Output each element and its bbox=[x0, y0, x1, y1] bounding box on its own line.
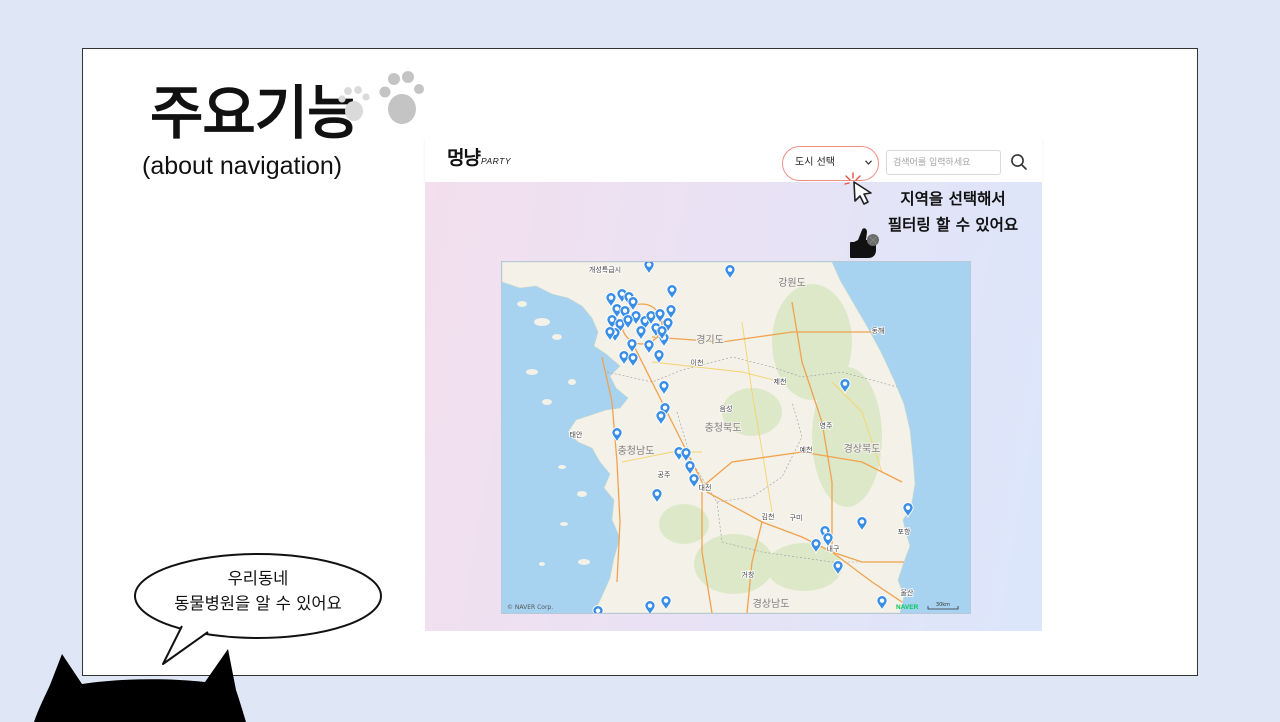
map-label-city: 제천 bbox=[774, 377, 787, 386]
island bbox=[568, 379, 576, 385]
map-label-city: 예천 bbox=[800, 445, 813, 454]
island bbox=[534, 318, 550, 326]
naver-logo: NAVER bbox=[896, 604, 919, 611]
app-logo[interactable]: 멍냥PARTY bbox=[447, 146, 511, 173]
slide-subtitle: (about navigation) bbox=[142, 152, 343, 180]
filter-callout: 지역을 선택해서 필터링 할 수 있어요 bbox=[866, 186, 1040, 238]
map-label-province: 충청북도 bbox=[705, 422, 742, 434]
island bbox=[552, 334, 562, 340]
callout-line-1: 지역을 선택해서 bbox=[900, 190, 1006, 208]
map-label-city: 태안 bbox=[570, 430, 583, 439]
island bbox=[539, 562, 545, 566]
map-label-city: 구미 bbox=[790, 513, 803, 522]
chevron-down-icon bbox=[865, 160, 872, 165]
city-select-value: 도시 선택 bbox=[795, 157, 835, 168]
scale-label: 30km bbox=[936, 602, 950, 608]
logo-main: 멍냥 bbox=[447, 147, 481, 169]
map-label-city: 동해 bbox=[872, 326, 885, 335]
search-icon[interactable] bbox=[1010, 153, 1028, 171]
map-label-city: 거창 bbox=[742, 570, 755, 579]
map-label-province: 경상북도 bbox=[844, 442, 881, 455]
search-input[interactable] bbox=[886, 150, 1001, 175]
map-label-city: 이천 bbox=[691, 358, 704, 367]
map-label-city: 개성특급시 bbox=[589, 265, 621, 274]
island bbox=[560, 522, 568, 526]
map-label-province: 경기도 bbox=[696, 333, 724, 346]
map-canvas[interactable]: 강원도 경기도 충청북도 충청남도 경상북도 경상남도 개성특급시 대구 울산 … bbox=[501, 259, 970, 622]
island bbox=[577, 491, 587, 497]
island bbox=[542, 399, 552, 405]
cat-silhouette bbox=[34, 649, 246, 722]
map-label-city: 울산 bbox=[901, 588, 914, 597]
mountain-area bbox=[694, 534, 774, 594]
small-paw bbox=[338, 86, 370, 121]
map-label-city: 음성 bbox=[720, 404, 733, 413]
map-label-city: 김천 bbox=[762, 512, 775, 521]
logo-sub: PARTY bbox=[480, 156, 512, 166]
island bbox=[517, 301, 527, 307]
large-paw bbox=[379, 71, 424, 124]
bubble-line-2: 동물병원을 알 수 있어요 bbox=[174, 594, 342, 613]
bubble-text: 우리동네 동물병원을 알 수 있어요 bbox=[135, 566, 381, 616]
map-label-province: 강원도 bbox=[778, 277, 806, 289]
island bbox=[526, 369, 538, 375]
map-pin-icon[interactable] bbox=[592, 605, 604, 622]
callout-line-2: 필터링 할 수 있어요 bbox=[887, 216, 1019, 234]
map[interactable]: 강원도 경기도 충청북도 충청남도 경상북도 경상남도 개성특급시 대구 울산 … bbox=[501, 259, 971, 622]
map-label-province: 충청남도 bbox=[618, 445, 655, 457]
map-label-city: 포항 bbox=[898, 527, 911, 536]
click-spark bbox=[844, 172, 861, 185]
map-label-city: 공주 bbox=[658, 471, 671, 479]
city-select[interactable]: 도시 선택 bbox=[787, 152, 875, 174]
bubble-line-1: 우리동네 bbox=[227, 569, 289, 588]
map-copyright: © NAVER Corp. bbox=[507, 604, 553, 611]
map-label-city: 영주 bbox=[820, 421, 833, 430]
map-label-city: 대전 bbox=[699, 483, 712, 492]
island bbox=[578, 559, 590, 565]
thumbs-up-icon bbox=[850, 228, 879, 258]
island bbox=[558, 465, 566, 469]
paw-print-icon bbox=[338, 71, 424, 124]
map-label-province: 경상남도 bbox=[753, 597, 790, 610]
